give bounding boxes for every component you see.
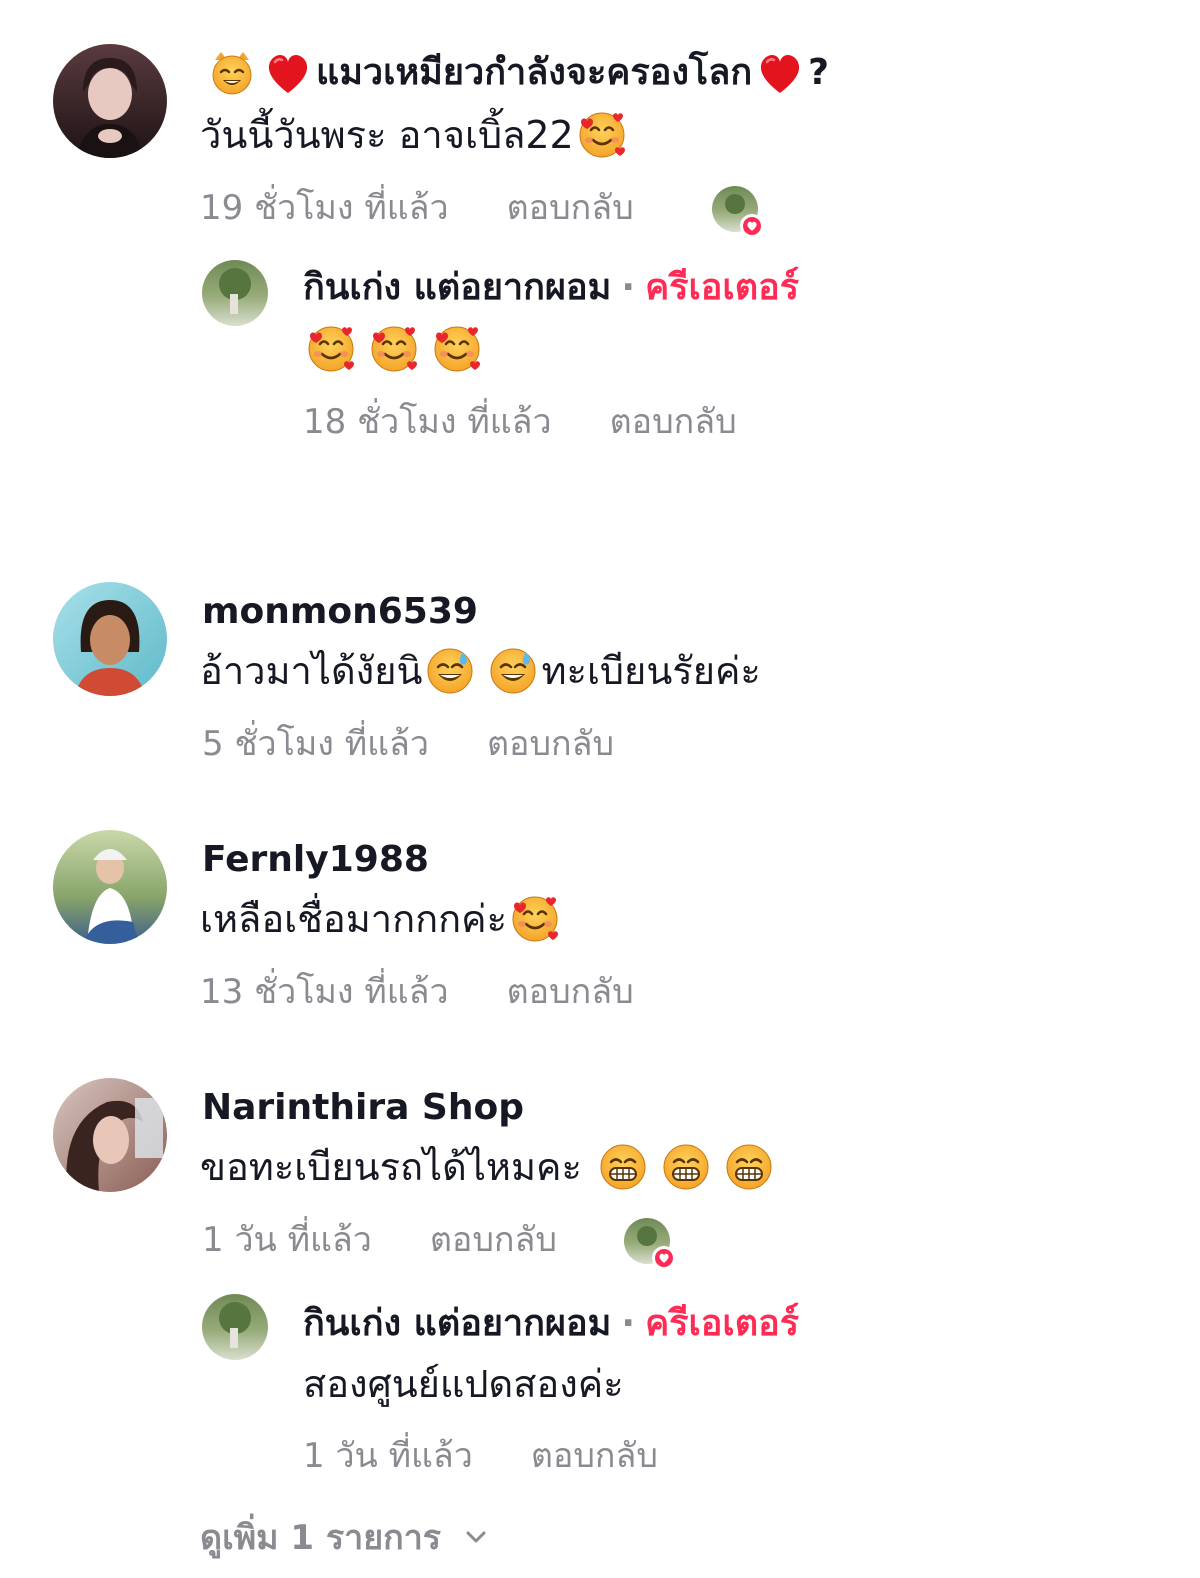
creator-avatar[interactable]	[202, 260, 268, 326]
avatar[interactable]	[53, 1078, 167, 1192]
comment-text: อ้าวมาได้งัยนิ ทะเบียนรัยค่ะ	[200, 646, 761, 696]
avatar[interactable]	[53, 830, 167, 944]
reply-text	[303, 324, 485, 374]
comment-time: 1 วัน ที่แล้ว	[202, 1220, 372, 1260]
grimacing-grin-icon	[661, 1142, 711, 1192]
red-heart-icon	[755, 48, 805, 98]
comment-meta: 1 วัน ที่แล้ว ตอบกลับ	[202, 1218, 557, 1262]
avatar-image	[53, 582, 167, 696]
avatar-image	[53, 830, 167, 944]
comment-body: ขอทะเบียนรถได้ไหมคะ	[200, 1145, 582, 1189]
comment-username[interactable]: monmon6539	[202, 590, 478, 634]
reply-meta: 1 วัน ที่แล้ว ตอบกลับ	[303, 1434, 658, 1478]
comment-text: ขอทะเบียนรถได้ไหมคะ	[200, 1142, 777, 1192]
heart-badge-icon	[740, 214, 764, 238]
reply-username-row: กินเก่ง แต่อยากผอม · ครีเอเตอร์	[303, 1302, 799, 1346]
comment-body: วันนี้วันพระ อาจเบิ้ล22	[200, 113, 574, 157]
comment-meta: 19 ชั่วโมง ที่แล้ว ตอบกลับ	[200, 186, 634, 230]
smiling-face-with-hearts-icon	[369, 324, 419, 374]
comment-time: 19 ชั่วโมง ที่แล้ว	[200, 188, 449, 228]
grimacing-grin-icon	[598, 1142, 648, 1192]
reply-time: 1 วัน ที่แล้ว	[303, 1436, 473, 1476]
creator-badge: ครีเอเตอร์	[645, 1303, 800, 1344]
heart-badge-icon	[652, 1246, 676, 1270]
reply-button[interactable]: ตอบกลับ	[430, 1218, 557, 1262]
comment-body-after: ทะเบียนรัยค่ะ	[541, 649, 761, 693]
comment-body: อ้าวมาได้งัยนิ	[200, 649, 423, 693]
creator-avatar[interactable]	[202, 1294, 268, 1360]
reply-time: 18 ชั่วโมง ที่แล้ว	[303, 402, 552, 442]
reply-username[interactable]: กินเก่ง แต่อยากผอม	[303, 267, 611, 308]
comment-meta: 5 ชั่วโมง ที่แล้ว ตอบกลับ	[202, 722, 614, 766]
reply-button[interactable]: ตอบกลับ	[507, 186, 634, 230]
grimacing-grin-icon	[724, 1142, 774, 1192]
smiling-face-with-hearts-icon	[306, 324, 356, 374]
smiling-face-with-hearts-icon	[432, 324, 482, 374]
comment-username[interactable]: Fernly1988	[202, 838, 429, 882]
smiling-face-with-hearts-icon	[577, 110, 627, 160]
reply-button[interactable]: ตอบกลับ	[610, 400, 737, 444]
grinning-sweat-icon	[488, 646, 538, 696]
grinning-sweat-icon	[425, 646, 475, 696]
avatar[interactable]	[53, 44, 167, 158]
smiling-face-with-hearts-icon	[510, 894, 560, 944]
creator-liked-indicator	[712, 186, 764, 238]
cat-face-icon	[207, 48, 257, 98]
avatar-image	[53, 1078, 167, 1192]
reply-button[interactable]: ตอบกลับ	[531, 1434, 658, 1478]
comment-username[interactable]: แมวเหมียวกำลังจะครองโลก ?	[204, 48, 829, 98]
reply-button[interactable]: ตอบกลับ	[487, 722, 614, 766]
creator-badge: ครีเอเตอร์	[645, 267, 800, 308]
avatar[interactable]	[53, 582, 167, 696]
avatar-image	[202, 1294, 268, 1360]
username-suffix: ?	[808, 52, 830, 93]
comment-body: เหลือเชื่อมากกกค่ะ	[200, 897, 507, 941]
comment-time: 13 ชั่วโมง ที่แล้ว	[200, 972, 449, 1012]
comment-username[interactable]: Narinthira Shop	[202, 1086, 524, 1130]
comment-text: วันนี้วันพระ อาจเบิ้ล22	[200, 110, 630, 160]
username-text: แมวเหมียวกำลังจะครองโลก	[316, 52, 753, 93]
avatar-image	[202, 260, 268, 326]
separator-dot: ·	[621, 267, 636, 308]
reply-username[interactable]: กินเก่ง แต่อยากผอม	[303, 1303, 611, 1344]
creator-liked-indicator	[624, 1218, 676, 1270]
comment-text: เหลือเชื่อมากกกค่ะ	[200, 894, 563, 944]
comment-time: 5 ชั่วโมง ที่แล้ว	[202, 724, 429, 764]
chevron-down-icon	[466, 1531, 486, 1543]
reply-button[interactable]: ตอบกลับ	[507, 970, 634, 1014]
reply-username-row: กินเก่ง แต่อยากผอม · ครีเอเตอร์	[303, 266, 799, 310]
comment-meta: 13 ชั่วโมง ที่แล้ว ตอบกลับ	[200, 970, 634, 1014]
avatar-image	[53, 44, 167, 158]
red-heart-icon	[263, 48, 313, 98]
view-more-replies-button[interactable]: ดูเพิ่ม 1 รายการ	[200, 1510, 489, 1564]
view-more-label: ดูเพิ่ม 1 รายการ	[200, 1518, 442, 1558]
reply-text: สองศูนย์แปดสองค่ะ	[303, 1362, 624, 1406]
reply-meta: 18 ชั่วโมง ที่แล้ว ตอบกลับ	[303, 400, 737, 444]
separator-dot: ·	[621, 1303, 636, 1344]
